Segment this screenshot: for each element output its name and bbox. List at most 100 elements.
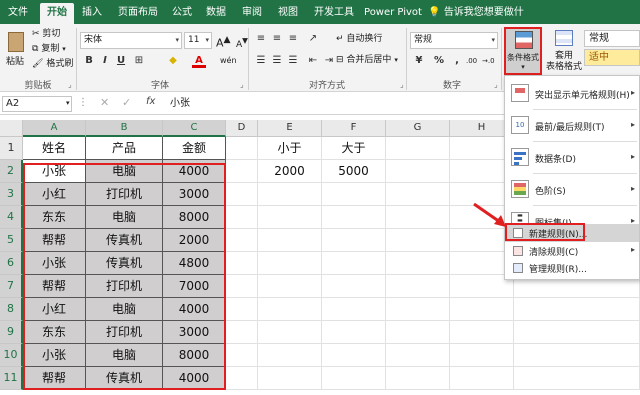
font-expander-icon[interactable]: ⌟ bbox=[240, 80, 244, 89]
paste-button[interactable]: 粘贴 bbox=[4, 28, 28, 72]
align-middle-icon[interactable]: ≡ bbox=[270, 32, 284, 46]
cell[interactable] bbox=[258, 298, 322, 321]
name-box[interactable]: A2 bbox=[2, 96, 72, 112]
italic-icon[interactable]: I bbox=[98, 54, 112, 68]
formula-input[interactable]: 小张 bbox=[170, 96, 190, 112]
table-data-cell[interactable]: 电脑 bbox=[86, 298, 163, 321]
align-center-icon[interactable]: ☰ bbox=[270, 54, 284, 68]
tab-page-layout[interactable]: 页面布局 bbox=[112, 3, 164, 24]
table-data-cell[interactable]: 4000 bbox=[163, 160, 226, 183]
orientation-icon[interactable]: ↗ bbox=[306, 32, 320, 46]
cell[interactable] bbox=[386, 229, 450, 252]
font-name-select[interactable]: 宋体 ▾ bbox=[80, 32, 182, 49]
cell[interactable] bbox=[450, 367, 514, 390]
criteria-greater-value[interactable]: 5000 bbox=[322, 160, 386, 183]
row-header[interactable]: 3 bbox=[0, 183, 23, 206]
cell[interactable] bbox=[514, 321, 640, 344]
merge-center-button[interactable]: ⊟ 合并后居中 ▾ bbox=[336, 54, 398, 67]
tab-power-pivot[interactable]: Power Pivot bbox=[364, 3, 422, 24]
cell[interactable] bbox=[386, 275, 450, 298]
tab-formulas[interactable]: 公式 bbox=[168, 3, 196, 24]
criteria-greater-label[interactable]: 大于 bbox=[322, 137, 386, 160]
column-header-e[interactable]: E bbox=[258, 120, 322, 137]
style-neutral[interactable]: 适中 bbox=[584, 49, 640, 66]
number-expander-icon[interactable]: ⌟ bbox=[494, 80, 498, 89]
cell[interactable] bbox=[226, 298, 258, 321]
currency-icon[interactable]: ¥ bbox=[412, 54, 426, 68]
criteria-less-label[interactable]: 小于 bbox=[258, 137, 322, 160]
table-data-cell[interactable]: 小红 bbox=[23, 183, 86, 206]
cell[interactable] bbox=[386, 252, 450, 275]
cell[interactable] bbox=[386, 344, 450, 367]
align-right-icon[interactable]: ☰ bbox=[286, 54, 300, 68]
row-header[interactable]: 8 bbox=[0, 298, 23, 321]
table-data-cell[interactable]: 电脑 bbox=[86, 206, 163, 229]
table-data-cell[interactable]: 小张 bbox=[23, 160, 86, 183]
bold-icon[interactable]: B bbox=[82, 54, 96, 68]
cell[interactable] bbox=[322, 206, 386, 229]
table-data-cell[interactable]: 3000 bbox=[163, 321, 226, 344]
column-header-a[interactable]: A bbox=[23, 120, 86, 137]
tab-view[interactable]: 视图 bbox=[274, 3, 302, 24]
underline-icon[interactable]: U bbox=[114, 54, 128, 68]
row-header[interactable]: 10 bbox=[0, 344, 23, 367]
cell[interactable] bbox=[386, 206, 450, 229]
table-data-cell[interactable]: 8000 bbox=[163, 206, 226, 229]
tab-insert[interactable]: 插入 bbox=[78, 3, 106, 24]
row-header[interactable]: 6 bbox=[0, 252, 23, 275]
select-all-corner[interactable] bbox=[0, 120, 23, 137]
font-size-select[interactable]: 11 ▾ bbox=[184, 32, 212, 49]
fill-color-icon[interactable]: ◆ bbox=[166, 54, 180, 68]
cell[interactable] bbox=[450, 344, 514, 367]
decrease-decimal-icon[interactable]: →.0 bbox=[482, 55, 495, 68]
cell[interactable] bbox=[514, 344, 640, 367]
conditional-formatting-button[interactable]: 条件格式 ▾ bbox=[504, 27, 542, 75]
enter-icon[interactable]: ✓ bbox=[122, 96, 131, 109]
table-data-cell[interactable]: 打印机 bbox=[86, 183, 163, 206]
cell[interactable] bbox=[322, 229, 386, 252]
cell[interactable] bbox=[386, 321, 450, 344]
cell[interactable] bbox=[226, 206, 258, 229]
tab-developer[interactable]: 开发工具 bbox=[308, 3, 360, 24]
cell[interactable] bbox=[226, 321, 258, 344]
table-data-cell[interactable]: 4000 bbox=[163, 298, 226, 321]
column-header-c[interactable]: C bbox=[163, 120, 226, 137]
cell[interactable] bbox=[226, 229, 258, 252]
cell[interactable] bbox=[514, 298, 640, 321]
align-bottom-icon[interactable]: ≡ bbox=[286, 32, 300, 46]
cut-button[interactable]: ✂ 剪切 bbox=[32, 28, 60, 41]
table-data-cell[interactable]: 小张 bbox=[23, 344, 86, 367]
cell[interactable] bbox=[450, 298, 514, 321]
align-left-icon[interactable]: ☰ bbox=[254, 54, 268, 68]
row-header[interactable]: 1 bbox=[0, 137, 23, 160]
cell[interactable] bbox=[322, 344, 386, 367]
cell[interactable] bbox=[450, 321, 514, 344]
column-header-g[interactable]: G bbox=[386, 120, 450, 137]
table-header-cell[interactable]: 姓名 bbox=[23, 137, 86, 160]
shrink-font-button[interactable]: A▼ bbox=[236, 34, 248, 52]
number-format-select[interactable]: 常规 ▾ bbox=[410, 32, 498, 49]
table-data-cell[interactable]: 帮帮 bbox=[23, 229, 86, 252]
tab-file[interactable]: 文件 bbox=[4, 3, 32, 24]
cell[interactable] bbox=[514, 367, 640, 390]
row-header[interactable]: 5 bbox=[0, 229, 23, 252]
column-header-f[interactable]: F bbox=[322, 120, 386, 137]
table-data-cell[interactable]: 8000 bbox=[163, 344, 226, 367]
menu-item-data-bars[interactable]: 数据条(D) ▸ bbox=[505, 142, 639, 172]
cell[interactable] bbox=[322, 275, 386, 298]
format-painter-button[interactable]: 🖌 格式刷 bbox=[32, 58, 73, 71]
cell[interactable] bbox=[258, 367, 322, 390]
row-header[interactable]: 11 bbox=[0, 367, 23, 390]
table-data-cell[interactable]: 4000 bbox=[163, 367, 226, 390]
copy-button[interactable]: ⧉ 复制 ▾ bbox=[32, 43, 66, 56]
table-header-cell[interactable]: 金额 bbox=[163, 137, 226, 160]
tab-home[interactable]: 开始 bbox=[40, 3, 74, 24]
cell[interactable] bbox=[322, 298, 386, 321]
cell[interactable] bbox=[226, 160, 258, 183]
align-top-icon[interactable]: ≡ bbox=[254, 32, 268, 46]
alignment-expander-icon[interactable]: ⌟ bbox=[400, 80, 404, 89]
cell[interactable] bbox=[386, 137, 450, 160]
table-data-cell[interactable]: 传真机 bbox=[86, 229, 163, 252]
tab-review[interactable]: 审阅 bbox=[238, 3, 266, 24]
tab-data[interactable]: 数据 bbox=[202, 3, 230, 24]
